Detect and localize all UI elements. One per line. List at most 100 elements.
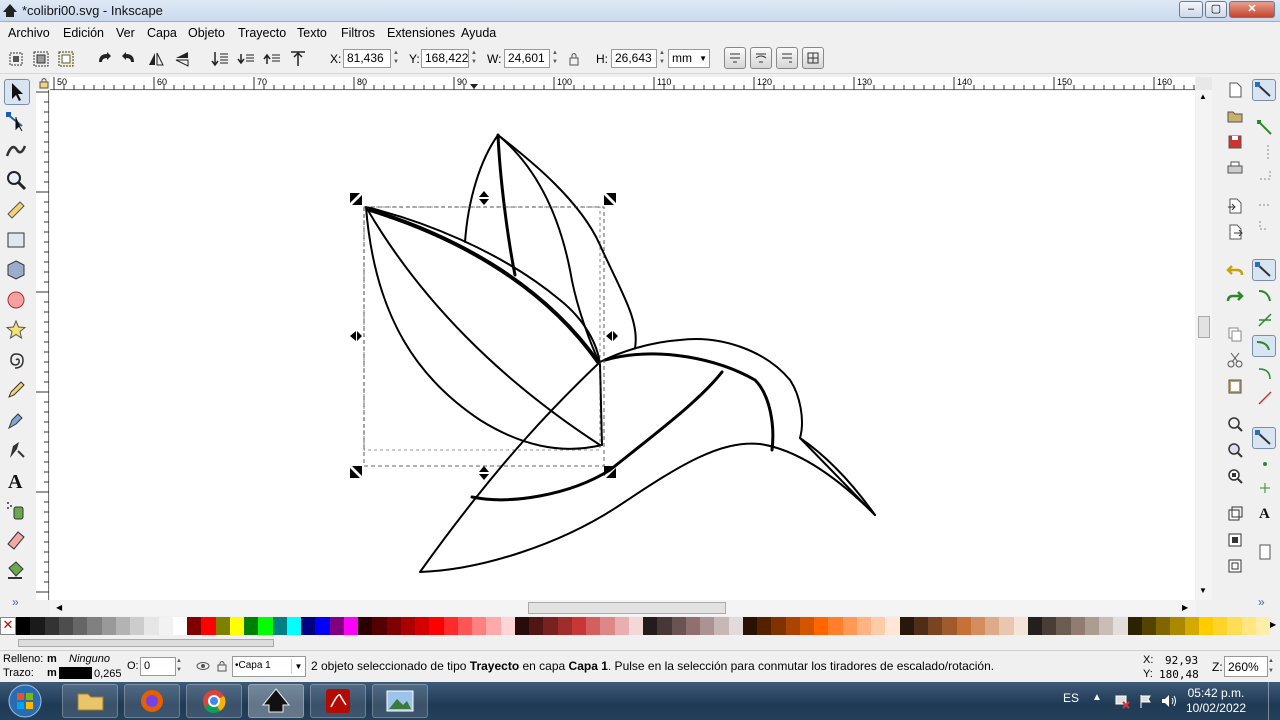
select-all-layers-icon[interactable] [32,50,50,68]
color-swatch[interactable] [343,617,358,635]
color-swatch[interactable] [329,617,344,635]
color-swatch[interactable] [771,617,786,635]
color-swatch[interactable] [970,617,985,635]
snap-cusp-toggle[interactable] [1252,335,1276,357]
scale-stroke-toggle[interactable] [724,47,746,69]
y-field[interactable]: 168,422 [421,49,469,68]
firefox-taskbar-button[interactable] [124,684,180,718]
print-icon[interactable] [1226,159,1244,177]
copy-icon[interactable] [1226,325,1244,343]
palette-scrollbar[interactable] [0,636,1280,650]
opacity-field[interactable]: 0 [140,657,176,676]
zoom-drawing-icon[interactable] [1226,441,1244,459]
color-swatch[interactable] [913,617,928,635]
chrome-taskbar-button[interactable] [186,684,242,718]
color-swatch[interactable] [671,617,686,635]
y-spinner[interactable]: ▲ ▼ [469,49,479,68]
color-swatch[interactable] [16,617,31,635]
duplicate-icon[interactable] [1226,505,1244,523]
color-swatch[interactable] [899,617,914,635]
zoom-page-icon[interactable] [1226,467,1244,485]
x-field[interactable]: 81,436 [343,49,391,68]
flip-horizontal-icon[interactable] [147,50,165,68]
zoom-spinner[interactable]: ▲ ▼ [1268,656,1278,677]
color-swatch[interactable] [600,617,615,635]
color-swatch[interactable] [514,617,529,635]
color-swatch[interactable] [73,617,88,635]
drawing-canvas[interactable] [50,91,1195,600]
hummingbird-drawing[interactable] [50,91,1195,600]
snap-smooth-icon[interactable] [1256,365,1274,383]
color-swatch[interactable] [757,617,772,635]
opacity-spinner[interactable]: ▲ ▼ [176,657,186,676]
color-swatch[interactable] [1099,617,1114,635]
minimize-button[interactable]: – [1179,1,1203,18]
snap-bbox-center-icon[interactable] [1256,215,1274,233]
snap-rotation-center-icon[interactable] [1256,479,1274,497]
color-swatch[interactable] [828,617,843,635]
color-swatch[interactable] [1241,617,1256,635]
color-swatch[interactable] [400,617,415,635]
scroll-left-icon[interactable]: ◀ [56,603,62,612]
eye-icon[interactable] [196,659,210,673]
color-swatch[interactable] [244,617,259,635]
w-spinner[interactable]: ▲ ▼ [550,49,560,68]
color-swatch[interactable] [372,617,387,635]
color-swatch[interactable] [714,617,729,635]
taskbar-clock[interactable]: 05:42 p.m. 10/02/2022 [1186,686,1246,716]
close-button[interactable]: ✕ [1229,1,1275,18]
color-swatch[interactable] [799,617,814,635]
palette-scroll-right-icon[interactable]: ▶ [1270,620,1276,629]
snap-text-baseline-icon[interactable]: A [1256,503,1274,521]
color-swatch[interactable] [486,617,501,635]
fill-value[interactable]: Ninguno [69,653,110,665]
redo-icon[interactable] [1226,287,1244,305]
start-button-icon[interactable] [6,683,44,719]
open-icon[interactable] [1226,107,1244,125]
clone-icon[interactable] [1226,531,1244,549]
pen-tool[interactable] [4,408,30,434]
color-swatch[interactable] [1042,617,1057,635]
color-swatch[interactable] [30,617,45,635]
transform-gradients-toggle[interactable] [776,47,798,69]
node-tool[interactable] [4,109,30,135]
network-icon[interactable] [1114,693,1130,709]
ellipse-tool[interactable] [4,288,30,314]
color-swatch[interactable] [614,617,629,635]
snap-paths-icon[interactable] [1256,287,1274,305]
color-swatch[interactable] [557,617,572,635]
color-swatch[interactable] [1084,617,1099,635]
color-swatch[interactable] [272,617,287,635]
color-swatch[interactable] [1170,617,1185,635]
color-swatch[interactable] [101,617,116,635]
color-swatch[interactable] [700,617,715,635]
color-swatch[interactable] [586,617,601,635]
color-swatch[interactable] [87,617,102,635]
color-swatch[interactable] [1027,617,1042,635]
color-swatch[interactable] [1213,617,1228,635]
menu-edicion[interactable]: Edición [63,26,104,40]
color-swatch[interactable] [742,617,757,635]
scroll-down-icon[interactable]: ▼ [1199,586,1207,595]
3d-box-tool[interactable] [4,258,30,284]
raise-icon[interactable] [263,50,281,68]
save-icon[interactable] [1226,133,1244,151]
color-swatch[interactable] [1056,617,1071,635]
lock-icon[interactable] [567,51,581,67]
color-swatch[interactable] [728,617,743,635]
color-swatch[interactable] [842,617,857,635]
snap-page-border-icon[interactable] [1256,543,1274,561]
scroll-right-icon[interactable]: ▶ [1182,603,1188,612]
color-swatch[interactable] [158,617,173,635]
color-swatch[interactable] [1184,617,1199,635]
color-swatch[interactable] [1070,617,1085,635]
rotate-cw-icon[interactable] [120,50,138,68]
h-field[interactable]: 26,643 [611,49,657,68]
inkscape-taskbar-button[interactable] [248,684,304,718]
tweak-tool[interactable] [4,138,30,164]
palette-scroll-thumb[interactable] [18,639,274,647]
language-indicator[interactable]: ES [1063,691,1079,705]
snap-toggle[interactable] [1252,79,1276,101]
menu-ayuda[interactable]: Ayuda [461,26,496,40]
snap-bbox-edge-icon[interactable] [1256,143,1274,161]
